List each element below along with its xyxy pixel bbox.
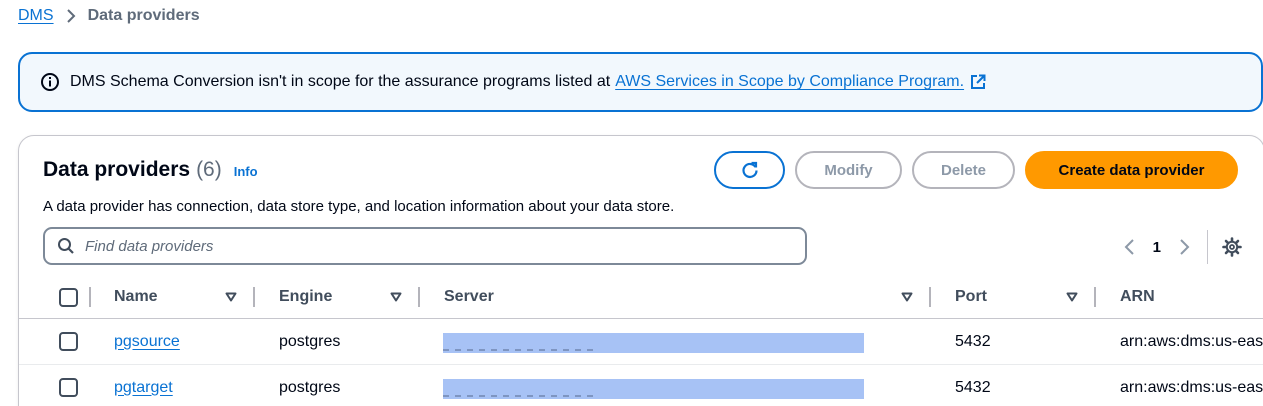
- table-row: pgsource postgres 5432 arn:aws:dms:us-ea…: [19, 319, 1263, 365]
- modify-button[interactable]: Modify: [795, 151, 902, 189]
- column-header-name[interactable]: Name: [114, 276, 158, 318]
- panel-actions: Modify Delete Create data provider: [714, 151, 1238, 189]
- refresh-button[interactable]: [714, 151, 785, 189]
- refresh-icon: [740, 160, 760, 180]
- info-banner: DMS Schema Conversion isn't in scope for…: [18, 52, 1263, 112]
- server-redacted: [443, 333, 864, 353]
- select-all-cell: [59, 276, 78, 318]
- external-link-icon[interactable]: [970, 74, 986, 90]
- info-icon: [40, 72, 60, 92]
- compliance-program-link[interactable]: AWS Services in Scope by Compliance Prog…: [615, 73, 964, 91]
- panel-title: Data providers: [43, 158, 191, 181]
- settings-icon[interactable]: [1222, 237, 1242, 257]
- column-header-arn[interactable]: ARN: [1120, 276, 1155, 318]
- breadcrumb: DMS Data providers: [18, 6, 200, 26]
- name-cell: pgsource: [114, 319, 180, 364]
- arn-cell: arn:aws:dms:us-eas: [1120, 332, 1263, 350]
- row-select-cell: [59, 319, 78, 364]
- pagination: 1: [1119, 230, 1242, 264]
- port-cell: 5432: [955, 378, 991, 396]
- create-data-provider-button[interactable]: Create data provider: [1025, 151, 1238, 189]
- row-select-cell: [59, 365, 78, 406]
- sort-down-icon[interactable]: [390, 276, 402, 318]
- chevron-left-icon[interactable]: [1119, 238, 1139, 256]
- chevron-right-icon[interactable]: [1175, 238, 1195, 256]
- name-cell: pgtarget: [114, 365, 173, 406]
- column-header-server[interactable]: Server: [444, 276, 494, 318]
- page-number[interactable]: 1: [1153, 239, 1161, 256]
- chevron-right-icon: [66, 8, 76, 24]
- panel-header: Data providers (6) Info: [43, 158, 258, 182]
- search-icon: [57, 237, 75, 255]
- info-link[interactable]: Info: [234, 164, 258, 179]
- data-providers-panel: Data providers (6) Info A data provider …: [18, 135, 1263, 406]
- provider-name-link[interactable]: pgtarget: [114, 379, 173, 397]
- panel-count: (6): [196, 158, 222, 181]
- engine-cell: postgres: [279, 332, 341, 350]
- column-divider[interactable]: [89, 287, 91, 307]
- column-divider[interactable]: [1094, 287, 1096, 307]
- engine-cell: postgres: [279, 378, 341, 396]
- sort-down-icon[interactable]: [225, 276, 237, 318]
- table-header-row: Name Engine Server Port ARN: [19, 276, 1263, 319]
- breadcrumb-dms-link[interactable]: DMS: [18, 7, 54, 25]
- column-divider[interactable]: [929, 287, 931, 307]
- search-box: [43, 227, 807, 265]
- select-all-checkbox[interactable]: [59, 287, 78, 307]
- column-divider[interactable]: [253, 287, 255, 307]
- server-redacted: [443, 379, 864, 399]
- column-header-engine[interactable]: Engine: [279, 276, 332, 318]
- sort-down-icon[interactable]: [901, 276, 913, 318]
- provider-name-link[interactable]: pgsource: [114, 333, 180, 351]
- arn-cell: arn:aws:dms:us-eas: [1120, 378, 1263, 396]
- port-cell: 5432: [955, 332, 991, 350]
- banner-text: DMS Schema Conversion isn't in scope for…: [70, 73, 611, 90]
- search-input[interactable]: [85, 237, 765, 255]
- row-checkbox[interactable]: [59, 378, 78, 397]
- delete-button[interactable]: Delete: [912, 151, 1015, 189]
- panel-description: A data provider has connection, data sto…: [43, 198, 675, 215]
- row-checkbox[interactable]: [59, 332, 78, 351]
- data-providers-table: Name Engine Server Port ARN pgsource pos…: [19, 276, 1263, 406]
- column-divider[interactable]: [418, 287, 420, 307]
- column-header-port[interactable]: Port: [955, 276, 987, 318]
- sort-down-icon[interactable]: [1066, 276, 1078, 318]
- table-row: pgtarget postgres 5432 arn:aws:dms:us-ea…: [19, 365, 1263, 406]
- pager-divider: [1207, 230, 1208, 264]
- breadcrumb-current: Data providers: [87, 7, 200, 24]
